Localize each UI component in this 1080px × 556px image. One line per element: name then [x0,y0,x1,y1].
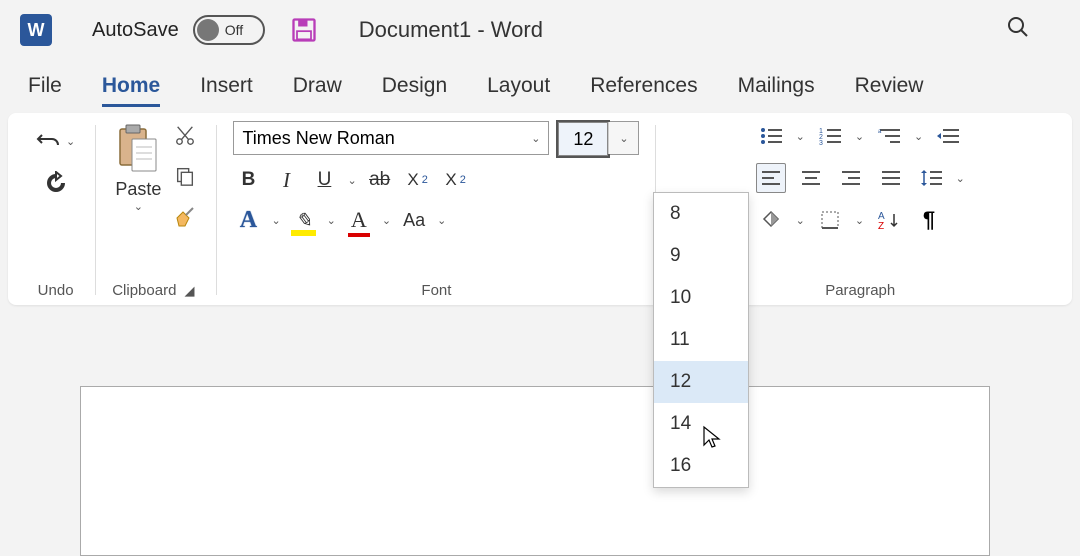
chevron-down-icon[interactable]: ⌄ [914,130,923,143]
subscript-button[interactable]: X2 [403,165,433,195]
title-bar: W AutoSave Off Document1 - Word [0,0,1080,60]
tab-file[interactable]: File [28,74,62,107]
font-color-button[interactable]: A [344,205,374,235]
autosave-label: AutoSave [92,19,179,42]
strikethrough-button[interactable]: ab [365,165,395,195]
font-size-option[interactable]: 12 [654,361,748,403]
tab-layout[interactable]: Layout [487,74,550,107]
borders-button[interactable] [815,205,845,235]
bold-button[interactable]: B [233,165,263,195]
change-case-button[interactable]: Aa [399,205,429,235]
toggle-knob [197,19,219,41]
tab-draw[interactable]: Draw [293,74,342,107]
align-right-button[interactable] [836,163,866,193]
repeat-button[interactable] [40,167,72,199]
shading-button[interactable] [756,205,786,235]
font-size-combo[interactable]: 12 ⌄ [557,121,639,155]
copy-button[interactable] [172,163,198,189]
chevron-down-icon[interactable]: ⌄ [796,214,805,227]
multilevel-list-button[interactable]: a [874,121,904,151]
tab-review[interactable]: Review [855,74,924,107]
chevron-down-icon: ⌄ [531,132,540,145]
clipboard-launcher-icon[interactable]: ◢ [184,283,200,299]
chevron-down-icon[interactable]: ⌄ [855,130,864,143]
chevron-down-icon[interactable]: ⌄ [382,214,391,227]
decrease-indent-button[interactable] [933,121,963,151]
ribbon: ⌄ Undo Paste ⌄ [8,113,1072,305]
chevron-down-icon: ⌄ [619,132,628,145]
paste-label: Paste [115,179,161,200]
chevron-down-icon[interactable]: ⌄ [134,200,143,213]
bullet-list-button[interactable] [756,121,786,151]
tab-home[interactable]: Home [102,74,160,107]
italic-button[interactable]: I [271,165,301,195]
autosave-state: Off [225,22,243,38]
show-marks-button[interactable]: ¶ [914,205,944,235]
undo-button[interactable]: ⌄ [32,127,79,155]
svg-text:Z: Z [878,221,884,230]
tab-insert[interactable]: Insert [200,74,253,107]
document-page[interactable] [80,386,990,556]
chevron-down-icon: ⌄ [66,135,75,148]
font-size-option[interactable]: 14 [654,403,748,445]
font-size-dropdown-list: 8 9 10 11 12 14 16 [653,192,749,488]
line-spacing-button[interactable] [916,163,946,193]
font-size-option[interactable]: 8 [654,193,748,235]
font-size-option[interactable]: 11 [654,319,748,361]
paste-button[interactable]: Paste ⌄ [114,121,162,213]
chevron-down-icon[interactable]: ⌄ [347,174,356,187]
align-left-button[interactable] [756,163,786,193]
group-clipboard-label: Clipboard [112,282,176,299]
group-clipboard: Paste ⌄ Clipboard ◢ [102,121,210,299]
font-size-value: 12 [573,129,593,150]
chevron-down-icon[interactable]: ⌄ [327,214,336,227]
group-font: Times New Roman ⌄ 12 ⌄ B I U ⌄ ab X2 X2 … [223,121,649,299]
document-title: Document1 - Word [359,17,543,43]
font-name-value: Times New Roman [242,128,394,149]
save-button[interactable] [289,15,319,45]
tab-mailings[interactable]: Mailings [738,74,815,107]
group-paragraph-label: Paragraph [825,282,895,299]
svg-text:3: 3 [819,140,823,145]
tab-references[interactable]: References [590,74,697,107]
font-size-option[interactable]: 10 [654,277,748,319]
chevron-down-icon[interactable]: ⌄ [437,214,446,227]
cursor-icon [702,425,722,456]
ribbon-tabs: File Home Insert Draw Design Layout Refe… [0,60,1080,113]
cut-button[interactable] [172,123,198,149]
superscript-button[interactable]: X2 [441,165,471,195]
chevron-down-icon[interactable]: ⌄ [271,214,280,227]
group-undo-label: Undo [38,282,74,299]
group-font-label: Font [421,282,451,299]
chevron-down-icon[interactable]: ⌄ [855,214,864,227]
group-undo: ⌄ Undo [22,121,89,299]
format-painter-button[interactable] [172,203,198,229]
font-size-option[interactable]: 9 [654,235,748,277]
justify-button[interactable] [876,163,906,193]
chevron-down-icon[interactable]: ⌄ [956,172,965,185]
font-size-option[interactable]: 16 [654,445,748,487]
autosave-toggle[interactable]: Off [193,15,265,45]
tab-design[interactable]: Design [382,74,447,107]
word-app-icon: W [20,14,52,46]
underline-button[interactable]: U [309,165,339,195]
highlight-button[interactable]: ✎ [289,205,319,235]
clipboard-icon [114,121,162,177]
text-effects-button[interactable]: A [233,205,263,235]
search-button[interactable] [1006,15,1030,45]
align-center-button[interactable] [796,163,826,193]
sort-button[interactable]: AZ [874,205,904,235]
font-size-dropdown-button[interactable]: ⌄ [608,122,638,154]
font-name-combo[interactable]: Times New Roman ⌄ [233,121,549,155]
chevron-down-icon[interactable]: ⌄ [796,130,805,143]
numbered-list-button[interactable]: 123 [815,121,845,151]
